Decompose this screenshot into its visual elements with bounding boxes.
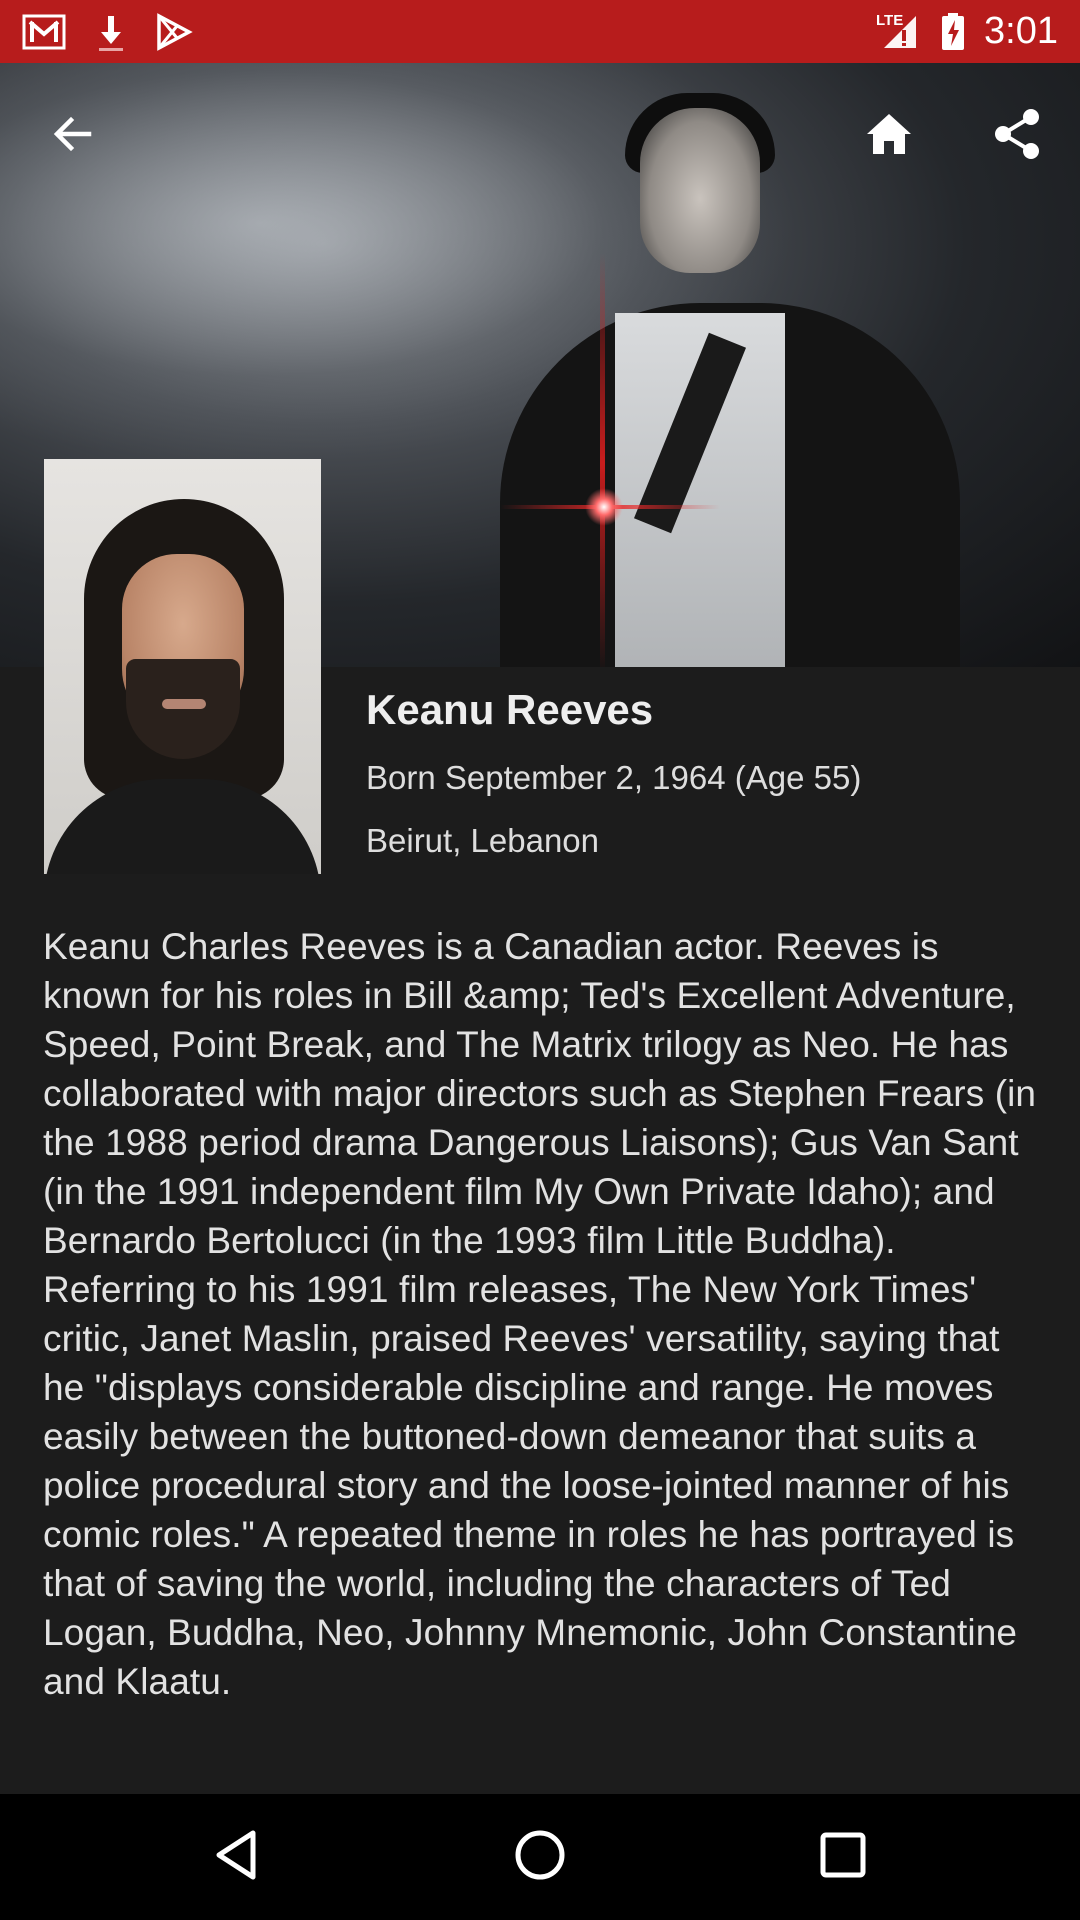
share-icon xyxy=(991,107,1043,166)
back-arrow-icon xyxy=(49,110,97,163)
nav-back-button[interactable] xyxy=(201,1822,271,1892)
home-button[interactable] xyxy=(849,96,929,176)
birth-date: Born September 2, 1964 (Age 55) xyxy=(366,759,862,796)
back-triangle-icon xyxy=(211,1828,261,1887)
birth-place: Beirut, Lebanon xyxy=(366,822,600,859)
nav-recents-button[interactable] xyxy=(808,1822,878,1892)
gmail-icon xyxy=(22,0,70,63)
status-bar: LTE 3:01 xyxy=(0,0,1080,63)
biography-text: Keanu Charles Reeves is a Canadian actor… xyxy=(43,926,1037,1702)
profile-photo xyxy=(44,459,321,874)
recents-square-icon xyxy=(818,1830,868,1885)
home-icon xyxy=(863,110,915,163)
back-button[interactable] xyxy=(33,96,113,176)
share-button[interactable] xyxy=(977,96,1057,176)
navigation-bar xyxy=(0,1794,1080,1920)
signal-icon xyxy=(880,0,920,63)
clock: 3:01 xyxy=(984,10,1058,52)
home-circle-icon xyxy=(513,1828,567,1887)
person-name: Keanu Reeves xyxy=(366,686,654,733)
play-store-icon xyxy=(155,0,193,63)
battery-charging-icon xyxy=(940,0,966,63)
nav-home-button[interactable] xyxy=(505,1822,575,1892)
download-icon xyxy=(96,0,126,63)
